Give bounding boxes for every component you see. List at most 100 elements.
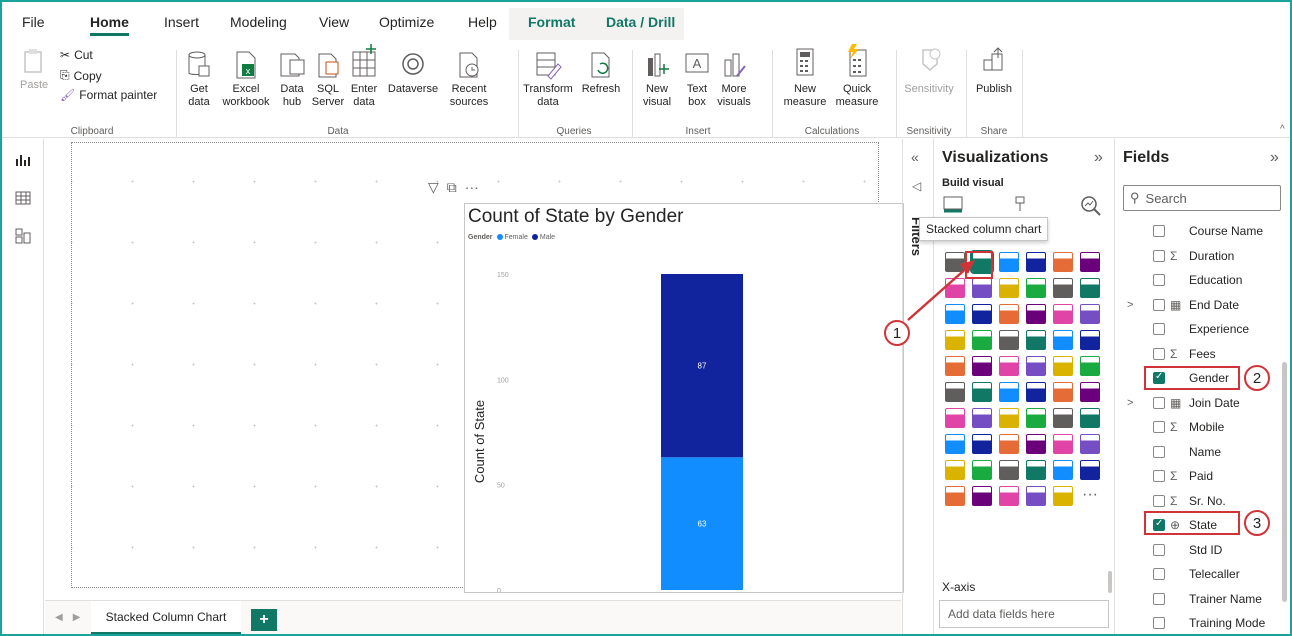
visual-type-custom-t-icon[interactable] (1053, 486, 1073, 506)
field-std-id[interactable]: Std ID (1123, 538, 1288, 563)
tab-optimize[interactable]: Optimize (379, 14, 434, 30)
page-tab-stacked-column-chart[interactable]: Stacked Column Chart (91, 601, 241, 634)
transform-data-button[interactable]: Transform data (522, 50, 574, 109)
visual-type-custom-n-icon[interactable] (1053, 460, 1073, 480)
quick-measure-button[interactable]: Quick measure (832, 42, 882, 109)
field-end-date[interactable]: > ▦ End Date (1123, 293, 1288, 318)
visual-type-custom-k-icon[interactable] (972, 460, 992, 480)
visual-type-custom-h-icon[interactable] (1053, 434, 1073, 454)
collapse-fields-icon[interactable]: » (1270, 149, 1279, 167)
field-telecaller[interactable]: Telecaller (1123, 562, 1288, 587)
visual-type-stacked-column-icon[interactable] (970, 250, 994, 274)
field-checkbox[interactable] (1153, 592, 1165, 605)
visual-type-ribbon-icon[interactable] (1080, 278, 1100, 298)
field-checkbox[interactable] (1153, 225, 1165, 238)
field-duration[interactable]: Σ Duration (1123, 244, 1288, 269)
field-checkbox[interactable] (1153, 347, 1165, 360)
new-visual-button[interactable]: New visual (638, 50, 676, 109)
field-checkbox[interactable] (1153, 617, 1165, 630)
add-page-button[interactable]: + (251, 609, 277, 631)
tab-format[interactable]: Format (528, 14, 575, 30)
filters-pane-collapsed[interactable]: « ◁ Filters (902, 139, 932, 634)
format-painter-button[interactable]: 🖌 Format painter (60, 88, 157, 102)
visual-type-custom-q-icon[interactable] (972, 486, 992, 506)
visual-type-custom-a-icon[interactable] (1026, 408, 1046, 428)
visual-type-more-icon[interactable]: ··· (1080, 486, 1100, 506)
tab-data-drill[interactable]: Data / Drill (606, 14, 675, 30)
recent-sources-button[interactable]: Recent sources (444, 50, 494, 109)
field-trainer-name[interactable]: Trainer Name (1123, 587, 1288, 612)
visual-type-custom-s-icon[interactable] (1026, 486, 1046, 506)
visual-type-donut-icon[interactable] (1053, 304, 1073, 324)
focus-mode-icon[interactable]: ⧉ (447, 179, 457, 196)
field-paid[interactable]: Σ Paid (1123, 464, 1288, 489)
field-checkbox[interactable] (1153, 249, 1165, 262)
expand-filters-icon[interactable]: « (911, 149, 919, 165)
visual-type-100-bar-icon[interactable] (1053, 252, 1073, 272)
visual-type-custom-l-icon[interactable] (999, 460, 1019, 480)
visual-type-custom-g-icon[interactable] (1026, 434, 1046, 454)
excel-workbook-button[interactable]: x Excel workbook (221, 50, 271, 109)
visual-type-custom-j-icon[interactable] (945, 460, 965, 480)
visual-type-custom-o-icon[interactable] (1080, 460, 1100, 480)
visual-type-card-icon[interactable] (1080, 330, 1100, 350)
visual-type-funnel-icon[interactable] (972, 304, 992, 324)
visual-type-matrix-icon[interactable] (1053, 356, 1073, 376)
field-fees[interactable]: Σ Fees (1123, 342, 1288, 367)
field-checkbox[interactable] (1153, 568, 1165, 581)
field-checkbox[interactable] (1153, 396, 1165, 409)
visual-type-area-icon[interactable] (972, 278, 992, 298)
visual-type-gauge-icon[interactable] (1053, 330, 1073, 350)
visual-type-custom-e-icon[interactable] (972, 434, 992, 454)
new-measure-button[interactable]: New measure (780, 46, 830, 109)
refresh-button[interactable]: Refresh (578, 50, 624, 96)
field-checkbox[interactable] (1153, 494, 1165, 507)
paste-button[interactable]: Paste (20, 48, 48, 92)
visual-type-line-icon[interactable] (945, 278, 965, 298)
data-hub-button[interactable]: Data hub (274, 50, 310, 109)
visual-type-custom-c-icon[interactable] (1080, 408, 1100, 428)
visual-type-pie-icon[interactable] (1026, 304, 1046, 324)
sql-server-button[interactable]: SQL Server (310, 50, 346, 109)
visual-type-custom-d-icon[interactable] (945, 434, 965, 454)
publish-button[interactable]: Publish (972, 46, 1016, 96)
tab-help[interactable]: Help (468, 14, 497, 30)
viz-scrollbar[interactable] (1108, 571, 1112, 593)
field-checkbox[interactable] (1153, 445, 1165, 458)
tab-view[interactable]: View (319, 14, 349, 30)
visual-type-custom-i-icon[interactable] (1080, 434, 1100, 454)
visual-type-arcgis-icon[interactable] (945, 408, 965, 428)
field-checkbox[interactable] (1153, 470, 1165, 483)
tab-home[interactable]: Home (90, 14, 129, 36)
visual-type-multirow-card-icon[interactable] (945, 356, 965, 376)
visual-type-slicer-icon[interactable] (999, 356, 1019, 376)
sensitivity-button[interactable]: Sensitivity (900, 46, 958, 96)
visual-type-shape-map-icon[interactable] (999, 330, 1019, 350)
stacked-column-chart-visual[interactable]: Count of State by Gender Gender Female M… (464, 203, 904, 593)
fields-search-input[interactable]: ⚲ Search (1123, 185, 1281, 211)
tab-file[interactable]: File (22, 14, 45, 30)
field-checkbox[interactable] (1153, 274, 1165, 287)
enter-data-button[interactable]: Enter data (346, 42, 382, 109)
visual-type-map-icon[interactable] (945, 330, 965, 350)
visual-type-paginated-icon[interactable] (1080, 382, 1100, 402)
field-training-mode[interactable]: Training Mode (1123, 611, 1288, 634)
visual-type-line-column-icon[interactable] (1026, 278, 1046, 298)
visual-type-kpi-icon[interactable] (972, 356, 992, 376)
visual-type-key-influencers-icon[interactable] (972, 382, 992, 402)
collapse-ribbon-icon[interactable]: ^ (1280, 124, 1285, 135)
field-checkbox[interactable] (1153, 421, 1165, 434)
field-checkbox[interactable] (1153, 298, 1165, 311)
field-mobile[interactable]: Σ Mobile (1123, 415, 1288, 440)
visual-type-custom-p-icon[interactable] (945, 486, 965, 506)
visual-type-custom-f-icon[interactable] (999, 434, 1019, 454)
visual-type-table-icon[interactable] (1026, 356, 1046, 376)
visual-type-line-clustered-icon[interactable] (1053, 278, 1073, 298)
get-data-button[interactable]: Get data (178, 50, 220, 109)
copy-button[interactable]: ⎘ Copy (60, 68, 102, 83)
visual-type-100-column-icon[interactable] (1080, 252, 1100, 272)
visual-type-waterfall-icon[interactable] (945, 304, 965, 324)
expand-chevron-icon[interactable]: > (1127, 397, 1137, 409)
more-options-icon[interactable]: ··· (465, 179, 479, 196)
visual-type-decomposition-icon[interactable] (999, 382, 1019, 402)
